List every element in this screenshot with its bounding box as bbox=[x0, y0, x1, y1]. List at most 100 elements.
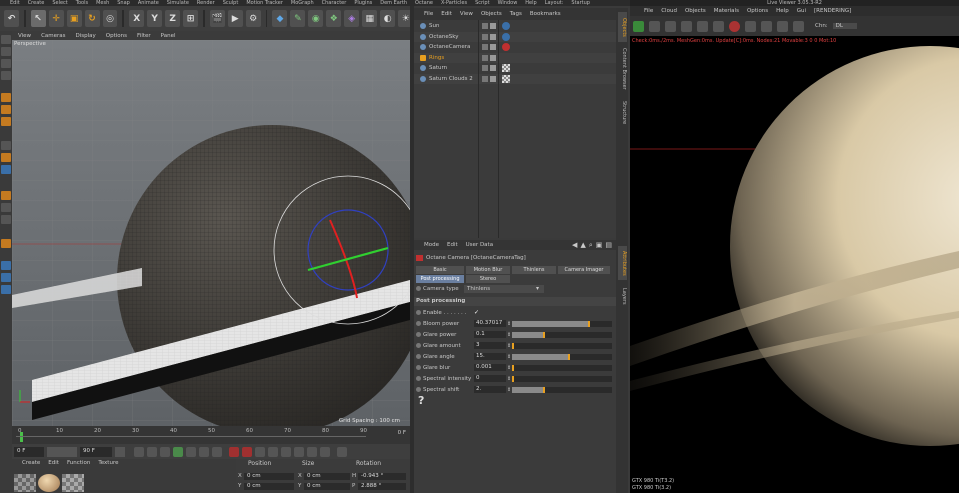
up-arrow-icon[interactable]: ▲ bbox=[580, 241, 585, 250]
object-menu-tags[interactable]: Tags bbox=[510, 11, 522, 17]
param-radio-icon[interactable] bbox=[416, 332, 421, 337]
param-slider-handle[interactable] bbox=[567, 353, 570, 360]
paint-icon[interactable] bbox=[1, 261, 11, 270]
undo-icon[interactable]: ↶ bbox=[4, 10, 19, 27]
position-key-icon[interactable] bbox=[268, 446, 278, 457]
attribute-menu-mode[interactable]: Mode bbox=[424, 242, 439, 248]
object-tag-icon[interactable] bbox=[502, 22, 510, 30]
object-menu-edit[interactable]: Edit bbox=[441, 11, 452, 17]
back-arrow-icon[interactable]: ◀ bbox=[572, 241, 577, 250]
help-icon[interactable]: ? bbox=[418, 394, 424, 407]
param-slider-handle[interactable] bbox=[512, 375, 514, 382]
object-row[interactable]: Sun bbox=[414, 21, 616, 31]
object-name[interactable]: Saturn bbox=[429, 65, 447, 71]
menu-item-layout-[interactable]: Layout: bbox=[545, 0, 564, 6]
scale-tool-icon[interactable]: ▣ bbox=[66, 10, 82, 27]
object-name[interactable]: OctaneCamera bbox=[429, 44, 470, 50]
edges-mode-icon[interactable] bbox=[1, 105, 11, 114]
menu-item-startup[interactable]: Startup bbox=[571, 0, 590, 6]
stop-icon[interactable] bbox=[681, 20, 692, 32]
object-row[interactable]: Saturn Clouds 2 bbox=[414, 73, 616, 84]
tab-objects[interactable]: Objects bbox=[618, 12, 627, 42]
next-frame-icon[interactable] bbox=[186, 446, 196, 457]
send-scene-icon[interactable] bbox=[649, 20, 660, 32]
prev-frame-icon[interactable] bbox=[160, 446, 170, 457]
param-slider[interactable] bbox=[512, 342, 612, 349]
tab-structure[interactable]: Structure bbox=[618, 98, 627, 128]
material-swatch-rings[interactable] bbox=[62, 474, 84, 492]
param-key-icon[interactable] bbox=[307, 446, 317, 457]
param-value-field[interactable]: 40.37017 bbox=[474, 320, 506, 327]
render-dot-icon[interactable] bbox=[490, 75, 496, 82]
position-y-field[interactable]: 0 cm bbox=[244, 482, 294, 490]
tab-content-browser[interactable]: Content Browser bbox=[618, 44, 627, 94]
move-tool-icon[interactable]: ✛ bbox=[48, 10, 64, 27]
render-view-icon[interactable]: 🎬 bbox=[209, 10, 225, 27]
axis-mode-icon[interactable] bbox=[1, 141, 11, 150]
scene-icon[interactable]: ▦ bbox=[362, 10, 378, 27]
record-icon[interactable] bbox=[229, 446, 239, 457]
position-x-field[interactable]: 0 cm bbox=[244, 472, 294, 480]
end-frame-field[interactable]: 90 F bbox=[80, 446, 112, 457]
object-name[interactable]: Rings bbox=[429, 55, 444, 61]
points-mode-icon[interactable] bbox=[1, 93, 11, 102]
render-dot-icon[interactable] bbox=[490, 54, 496, 61]
material-tag-icon[interactable] bbox=[502, 74, 510, 83]
pla-key-icon[interactable] bbox=[320, 446, 330, 457]
param-slider-handle[interactable] bbox=[512, 364, 514, 371]
param-slider[interactable] bbox=[512, 364, 612, 371]
material-menu-function[interactable]: Function bbox=[67, 460, 90, 466]
size-y-field[interactable]: 0 cm bbox=[304, 482, 350, 490]
snap-icon[interactable] bbox=[1, 165, 11, 174]
object-tag-icon[interactable] bbox=[502, 32, 510, 41]
deformer-icon[interactable]: ◈ bbox=[344, 10, 360, 27]
prev-key-icon[interactable] bbox=[147, 446, 157, 457]
param-radio-icon[interactable] bbox=[416, 387, 421, 392]
param-value-field[interactable]: 3 bbox=[474, 342, 506, 349]
menu-item-x-particles[interactable]: X-Particles bbox=[441, 0, 467, 6]
param-spinner-icon[interactable]: ⇕ bbox=[507, 321, 511, 327]
solo-icon[interactable] bbox=[1, 191, 11, 200]
camera-type-radio-icon[interactable] bbox=[416, 286, 421, 291]
live-viewer-menu-cloud[interactable]: Cloud bbox=[661, 8, 677, 14]
param-value-field[interactable]: 0.001 bbox=[474, 364, 506, 371]
object-row[interactable]: OctaneCamera bbox=[414, 42, 616, 52]
object-name[interactable]: OctaneSky bbox=[429, 34, 459, 40]
live-viewer-menu-options[interactable]: Options bbox=[747, 8, 768, 14]
attribute-tab-stereo[interactable]: Stereo bbox=[466, 275, 510, 283]
make-editable-icon[interactable] bbox=[1, 35, 11, 44]
visibility-dot-icon[interactable] bbox=[482, 23, 488, 29]
attribute-menu-user-data[interactable]: User Data bbox=[466, 242, 493, 248]
render-dot-icon[interactable] bbox=[490, 44, 496, 50]
measure-icon[interactable] bbox=[1, 285, 11, 294]
pin-icon[interactable] bbox=[777, 20, 788, 32]
visibility-dot-icon[interactable] bbox=[482, 33, 488, 40]
z-axis-button[interactable]: Z bbox=[165, 10, 181, 27]
render-settings-icon[interactable]: ⚙ bbox=[245, 10, 261, 27]
camera-icon[interactable]: ◐ bbox=[380, 10, 396, 27]
param-spinner-icon[interactable]: ⇕ bbox=[507, 365, 511, 371]
material-menu-create[interactable]: Create bbox=[22, 460, 40, 466]
rotation-h-field[interactable]: -0.943 ° bbox=[358, 472, 406, 480]
next-key-icon[interactable] bbox=[199, 446, 209, 457]
material-swatch-saturn[interactable] bbox=[38, 474, 60, 492]
render-dot-icon[interactable] bbox=[490, 33, 496, 40]
timeline-ruler[interactable]: 0 F 0 10 20 30 40 50 60 70 80 90 bbox=[12, 426, 410, 444]
param-slider-handle[interactable] bbox=[512, 342, 514, 349]
region-icon[interactable] bbox=[761, 20, 772, 32]
param-radio-icon[interactable] bbox=[416, 354, 421, 359]
channel-select[interactable]: DL bbox=[832, 23, 857, 29]
lock-workplane-icon[interactable] bbox=[1, 203, 11, 212]
enable-radio-icon[interactable] bbox=[416, 310, 421, 315]
param-spinner-icon[interactable]: ⇕ bbox=[507, 376, 511, 382]
search-icon[interactable]: ⌕ bbox=[589, 241, 593, 250]
object-menu-file[interactable]: File bbox=[424, 11, 433, 17]
param-slider[interactable] bbox=[512, 353, 612, 360]
object-name[interactable]: Saturn Clouds 2 bbox=[429, 76, 473, 82]
object-menu-bookmarks[interactable]: Bookmarks bbox=[530, 11, 561, 17]
material-ball-icon[interactable] bbox=[729, 20, 740, 32]
param-slider[interactable] bbox=[512, 320, 612, 327]
attribute-tab-motion-blur[interactable]: Motion Blur bbox=[466, 266, 510, 274]
menu-item-window[interactable]: Window bbox=[498, 0, 518, 6]
visibility-dot-icon[interactable] bbox=[482, 54, 488, 61]
